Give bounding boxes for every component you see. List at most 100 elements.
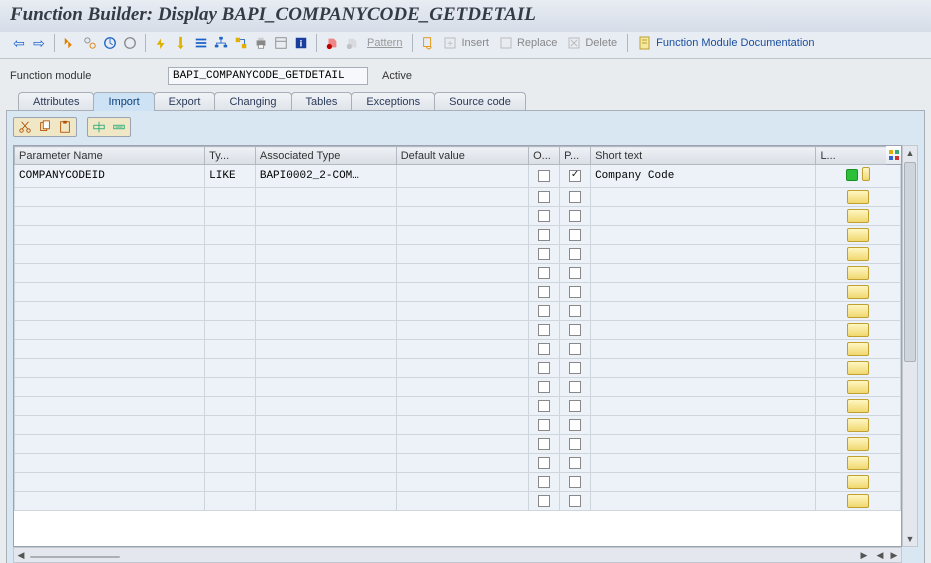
col-short-text[interactable]: Short text [591, 147, 816, 165]
grid-cell[interactable] [591, 188, 816, 207]
grid-cell[interactable] [255, 245, 396, 264]
long-text-button[interactable] [847, 285, 869, 299]
checkbox-icon[interactable] [538, 324, 550, 336]
long-text-cell[interactable] [816, 283, 901, 302]
info-icon[interactable]: i [292, 34, 310, 52]
grid-checkbox-cell[interactable] [529, 435, 560, 454]
grid-cell[interactable] [15, 283, 205, 302]
grid-cell[interactable] [205, 473, 256, 492]
long-text-button[interactable] [847, 361, 869, 375]
grid-checkbox-cell[interactable] [560, 302, 591, 321]
long-text-cell[interactable] [816, 416, 901, 435]
grid-cell[interactable] [205, 359, 256, 378]
grid-cell[interactable] [591, 283, 816, 302]
table-row[interactable] [15, 397, 901, 416]
grid-cell[interactable] [396, 245, 528, 264]
grid-cell[interactable] [591, 226, 816, 245]
grid-cell[interactable]: COMPANYCODEID [15, 165, 205, 188]
grid-cell[interactable] [396, 283, 528, 302]
long-text-cell[interactable] [816, 207, 901, 226]
grid-checkbox-cell[interactable] [529, 492, 560, 511]
grid-cell[interactable] [591, 302, 816, 321]
grid-checkbox-cell[interactable] [560, 207, 591, 226]
insert-row-icon[interactable] [89, 119, 109, 135]
checkbox-icon[interactable] [569, 343, 581, 355]
col-default-value[interactable]: Default value [396, 147, 528, 165]
checkbox-icon[interactable] [569, 170, 581, 182]
grid-checkbox-cell[interactable] [560, 378, 591, 397]
grid-cell[interactable] [15, 226, 205, 245]
grid-cell[interactable] [255, 340, 396, 359]
grid-cell[interactable] [396, 321, 528, 340]
table-row[interactable] [15, 207, 901, 226]
grid-cell[interactable] [255, 302, 396, 321]
grid-cell[interactable] [15, 473, 205, 492]
grid-checkbox-cell[interactable] [560, 435, 591, 454]
table-row[interactable] [15, 264, 901, 283]
long-text-cell[interactable] [816, 321, 901, 340]
grid-cell[interactable] [15, 245, 205, 264]
long-text-button[interactable] [847, 247, 869, 261]
checkbox-icon[interactable] [538, 170, 550, 182]
paste-icon[interactable] [55, 119, 75, 135]
grid-checkbox-cell[interactable] [529, 302, 560, 321]
checkbox-icon[interactable] [538, 248, 550, 260]
long-text-button[interactable] [847, 437, 869, 451]
scroll-down-icon[interactable]: ▼ [903, 532, 917, 546]
grid-cell[interactable] [396, 416, 528, 435]
grid-cell[interactable] [396, 378, 528, 397]
long-text-cell[interactable] [816, 359, 901, 378]
long-text-button[interactable] [847, 323, 869, 337]
col-optional[interactable]: O... [529, 147, 560, 165]
long-text-cell[interactable] [816, 226, 901, 245]
checkbox-icon[interactable] [569, 438, 581, 450]
grid-cell[interactable] [205, 340, 256, 359]
grid-cell[interactable] [591, 473, 816, 492]
grid-checkbox-cell[interactable] [560, 165, 591, 188]
grid-cell[interactable] [591, 435, 816, 454]
breakpoint-del-icon[interactable] [343, 34, 361, 52]
grid-cell[interactable] [205, 435, 256, 454]
grid-cell[interactable] [255, 226, 396, 245]
grid-checkbox-cell[interactable] [529, 245, 560, 264]
table-row[interactable] [15, 245, 901, 264]
grid-checkbox-cell[interactable] [529, 359, 560, 378]
table-settings-icon[interactable] [886, 145, 902, 165]
grid-cell[interactable] [591, 207, 816, 226]
grid-checkbox-cell[interactable] [560, 321, 591, 340]
long-text-cell[interactable] [816, 340, 901, 359]
long-text-button[interactable] [847, 380, 869, 394]
tab-changing[interactable]: Changing [214, 92, 291, 111]
cut-icon[interactable] [15, 119, 35, 135]
checkbox-icon[interactable] [569, 457, 581, 469]
table-row[interactable] [15, 188, 901, 207]
grid-cell[interactable] [255, 188, 396, 207]
grid-checkbox-cell[interactable] [560, 359, 591, 378]
col-pass-value[interactable]: P... [560, 147, 591, 165]
grid-checkbox-cell[interactable] [560, 245, 591, 264]
grid-cell[interactable] [396, 454, 528, 473]
grid-cell[interactable] [15, 378, 205, 397]
execute-icon[interactable] [152, 34, 170, 52]
copy-icon[interactable] [35, 119, 55, 135]
checkbox-icon[interactable] [538, 419, 550, 431]
long-text-button[interactable] [847, 494, 869, 508]
checkbox-icon[interactable] [569, 419, 581, 431]
grid-cell[interactable] [15, 207, 205, 226]
grid-cell[interactable] [396, 359, 528, 378]
grid-cell[interactable] [15, 397, 205, 416]
checkbox-icon[interactable] [569, 267, 581, 279]
table-row[interactable] [15, 302, 901, 321]
grid-checkbox-cell[interactable] [560, 283, 591, 302]
grid-cell[interactable] [396, 492, 528, 511]
col-associated-type[interactable]: Associated Type [255, 147, 396, 165]
grid-cell[interactable] [205, 226, 256, 245]
long-text-button[interactable] [847, 399, 869, 413]
checkbox-icon[interactable] [569, 400, 581, 412]
grid-cell[interactable] [396, 302, 528, 321]
checkbox-icon[interactable] [538, 438, 550, 450]
checkbox-icon[interactable] [569, 286, 581, 298]
table-row[interactable] [15, 416, 901, 435]
grid-cell[interactable] [396, 165, 528, 188]
grid-checkbox-cell[interactable] [529, 397, 560, 416]
